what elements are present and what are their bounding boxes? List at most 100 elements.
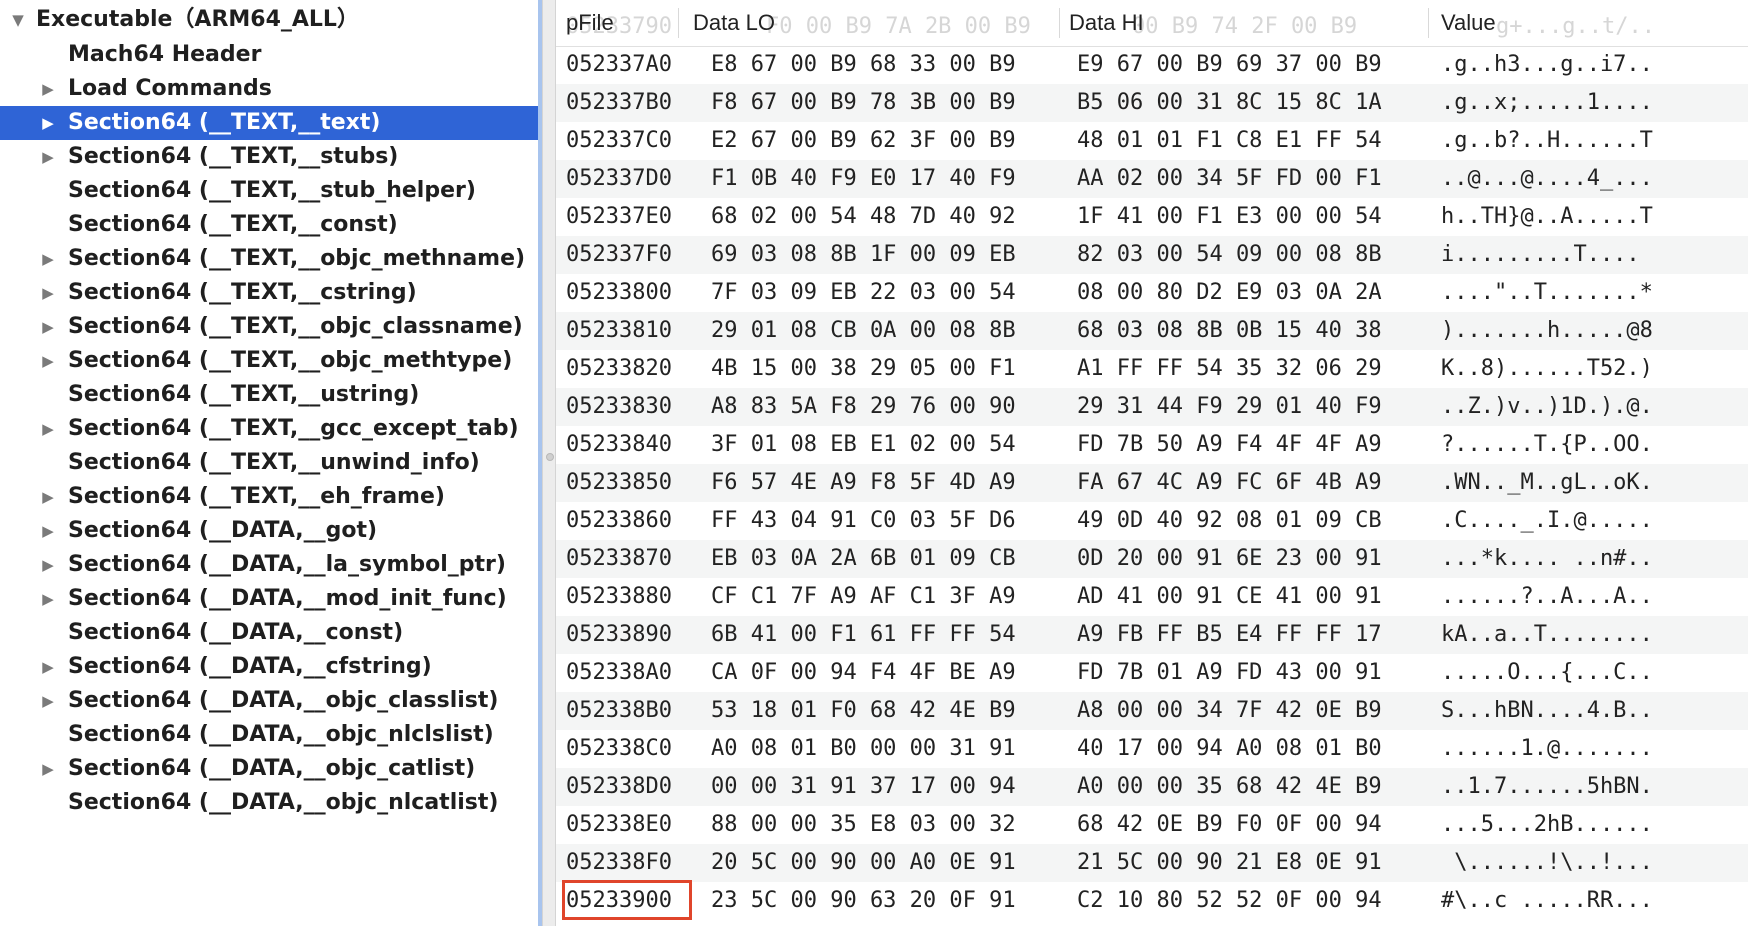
column-header-data-lo[interactable]: Data LO xyxy=(693,0,775,46)
cell-data-lo: A8 83 5A F8 29 76 00 90 xyxy=(711,394,1016,419)
table-row[interactable]: 05233830 A8 83 5A F8 29 76 00 90 29 31 44 … xyxy=(556,388,1748,426)
cell-value: ...."..T.......* xyxy=(1441,280,1653,305)
cell-offset: 05233880 xyxy=(566,584,672,609)
tree-item[interactable]: ▶ Section64 (__DATA,__objc_classlist) xyxy=(0,684,538,718)
tree-item[interactable]: Section64 (__DATA,__const) xyxy=(0,616,538,650)
table-row[interactable]: 052337E0 68 02 00 54 48 7D 40 92 1F 41 00 … xyxy=(556,198,1748,236)
tree-item[interactable]: ▶ Section64 (__TEXT,__cstring) xyxy=(0,276,538,310)
cell-data-lo: F8 67 00 B9 78 3B 00 B9 xyxy=(711,90,1016,115)
table-row[interactable]: 052337D0 F1 0B 40 F9 E0 17 40 F9 AA 02 00 … xyxy=(556,160,1748,198)
tree-item[interactable]: ▶ Section64 (__DATA,__objc_catlist) xyxy=(0,752,538,786)
table-header: pFile Data LO Data HI Value xyxy=(556,0,1748,47)
splitter-grip-icon[interactable] xyxy=(546,453,554,461)
disclosure-collapsed-icon[interactable]: ▶ xyxy=(38,582,58,616)
column-header-data-hi[interactable]: Data HI xyxy=(1069,0,1144,46)
table-row[interactable]: 052338E0 88 00 00 35 E8 03 00 32 68 42 0E … xyxy=(556,806,1748,844)
tree-item-label: Section64 (__TEXT,__stubs) xyxy=(68,144,399,169)
table-row[interactable]: 052338A0 CA 0F 00 94 F4 4F BE A9 FD 7B 01 … xyxy=(556,654,1748,692)
disclosure-collapsed-icon[interactable]: ▶ xyxy=(38,72,58,106)
tree-item[interactable]: Section64 (__TEXT,__const) xyxy=(0,208,538,242)
table-row[interactable]: 052337C0 E2 67 00 B9 62 3F 00 B9 48 01 01 … xyxy=(556,122,1748,160)
pane-splitter[interactable] xyxy=(542,0,556,926)
table-row[interactable]: 05233880 CF C1 7F A9 AF C1 3F A9 AD 41 00 … xyxy=(556,578,1748,616)
table-row[interactable]: 05233870 EB 03 0A 2A 6B 01 09 CB 0D 20 00 … xyxy=(556,540,1748,578)
cell-offset: 05233840 xyxy=(566,432,672,457)
disclosure-collapsed-icon[interactable]: ▶ xyxy=(38,344,58,378)
disclosure-collapsed-icon[interactable]: ▶ xyxy=(38,684,58,718)
table-row[interactable]: 052337F0 69 03 08 8B 1F 00 09 EB 82 03 00 … xyxy=(556,236,1748,274)
table-row[interactable]: 05233810 29 01 08 CB 0A 00 08 8B 68 03 08 … xyxy=(556,312,1748,350)
cell-data-hi: B5 06 00 31 8C 15 8C 1A xyxy=(1077,90,1382,115)
tree-item[interactable]: Mach64 Header xyxy=(0,38,538,72)
tree-item[interactable]: Section64 (__DATA,__objc_nlclslist) xyxy=(0,718,538,752)
disclosure-collapsed-icon[interactable]: ▶ xyxy=(38,548,58,582)
tree-item-label: Mach64 Header xyxy=(68,42,262,67)
tree-item[interactable]: Section64 (__TEXT,__stub_helper) xyxy=(0,174,538,208)
table-row[interactable]: 05233820 4B 15 00 38 29 05 00 F1 A1 FF FF … xyxy=(556,350,1748,388)
table-row[interactable]: 05233890 6B 41 00 F1 61 FF FF 54 A9 FB FF … xyxy=(556,616,1748,654)
table-row[interactable]: 05233900 23 5C 00 90 63 20 0F 91 C2 10 80 … xyxy=(556,880,1748,920)
disclosure-collapsed-icon[interactable]: ▶ xyxy=(38,412,58,446)
tree-item-label: Section64 (__TEXT,__unwind_info) xyxy=(68,450,480,475)
tree-item[interactable]: ▶ Section64 (__TEXT,__stubs) xyxy=(0,140,538,174)
table-row[interactable]: 05233800 7F 03 09 EB 22 03 00 54 08 00 80 … xyxy=(556,274,1748,312)
tree-item[interactable]: Section64 (__DATA,__objc_nlcatlist) xyxy=(0,786,538,820)
table-row[interactable]: 05233860 FF 43 04 91 C0 03 5F D6 49 0D 40 … xyxy=(556,502,1748,540)
tree-root-row[interactable]: ▼ Executable（ARM64_ALL） xyxy=(0,2,538,38)
tree-item[interactable]: Section64 (__TEXT,__ustring) xyxy=(0,378,538,412)
tree-item-label: Section64 (__TEXT,__stub_helper) xyxy=(68,178,476,203)
disclosure-collapsed-icon[interactable]: ▶ xyxy=(38,650,58,684)
disclosure-collapsed-icon[interactable]: ▶ xyxy=(38,106,58,140)
tree-item[interactable]: ▶ Section64 (__DATA,__got) xyxy=(0,514,538,548)
disclosure-collapsed-icon[interactable]: ▶ xyxy=(38,310,58,344)
section-outline: ▼ Executable（ARM64_ALL） Mach64 Header ▶ Lo… xyxy=(0,0,538,926)
cell-data-lo: E2 67 00 B9 62 3F 00 B9 xyxy=(711,128,1016,153)
cell-data-lo: 7F 03 09 EB 22 03 00 54 xyxy=(711,280,1016,305)
tree-item[interactable]: ▶ Section64 (__DATA,__la_symbol_ptr) xyxy=(0,548,538,582)
column-divider[interactable] xyxy=(1428,8,1429,38)
table-row[interactable]: 052338C0 A0 08 01 B0 00 00 31 91 40 17 00 … xyxy=(556,730,1748,768)
cell-value: ......?..A...A.. xyxy=(1441,584,1653,609)
cell-data-lo: F6 57 4E A9 F8 5F 4D A9 xyxy=(711,470,1016,495)
column-divider[interactable] xyxy=(678,8,679,38)
tree-item[interactable]: ▶ Section64 (__DATA,__mod_init_func) xyxy=(0,582,538,616)
disclosure-collapsed-icon[interactable]: ▶ xyxy=(38,242,58,276)
cell-value: .....O...{...C.. xyxy=(1441,660,1653,685)
column-header-pfile[interactable]: pFile xyxy=(566,0,614,46)
disclosure-collapsed-icon[interactable]: ▶ xyxy=(38,276,58,310)
tree-item[interactable]: ▶ Section64 (__TEXT,__objc_classname) xyxy=(0,310,538,344)
table-row[interactable]: 052338B0 53 18 01 F0 68 42 4E B9 A8 00 00 … xyxy=(556,692,1748,730)
cell-data-lo: 68 02 00 54 48 7D 40 92 xyxy=(711,204,1016,229)
disclosure-collapsed-icon[interactable]: ▶ xyxy=(38,514,58,548)
cell-data-lo: 69 03 08 8B 1F 00 09 EB xyxy=(711,242,1016,267)
table-row[interactable]: 05233850 F6 57 4E A9 F8 5F 4D A9 FA 67 4C … xyxy=(556,464,1748,502)
cell-value: ..Z.)v..)1D.).@. xyxy=(1441,394,1653,419)
cell-value: h..TH}@..A.....T xyxy=(1441,204,1653,229)
tree-item-label: Section64 (__DATA,__objc_catlist) xyxy=(68,756,476,781)
cell-value: \......!\..!... xyxy=(1441,850,1653,875)
cell-data-lo: 20 5C 00 90 00 A0 0E 91 xyxy=(711,850,1016,875)
column-header-value[interactable]: Value xyxy=(1441,0,1496,46)
tree-item[interactable]: ▶ Section64 (__TEXT,__text) xyxy=(0,106,538,140)
column-divider[interactable] xyxy=(1059,8,1060,38)
tree-item[interactable]: Section64 (__TEXT,__unwind_info) xyxy=(0,446,538,480)
highlighted-offset-text: 05233900 xyxy=(566,888,672,913)
tree-item[interactable]: ▶ Section64 (__TEXT,__gcc_except_tab) xyxy=(0,412,538,446)
tree-item[interactable]: ▶ Section64 (__TEXT,__eh_frame) xyxy=(0,480,538,514)
table-row[interactable]: 052338D0 00 00 31 91 37 17 00 94 A0 00 00 … xyxy=(556,768,1748,806)
cell-data-hi: C2 10 80 52 52 0F 00 94 xyxy=(1077,888,1382,913)
table-row[interactable]: 052337A0 E8 67 00 B9 68 33 00 B9 E9 67 00 … xyxy=(556,46,1748,84)
tree-item[interactable]: ▶ Load Commands xyxy=(0,72,538,106)
table-row[interactable]: 052338F0 20 5C 00 90 00 A0 0E 91 21 5C 00 … xyxy=(556,844,1748,882)
tree-item[interactable]: ▶ Section64 (__TEXT,__objc_methname) xyxy=(0,242,538,276)
tree-item[interactable]: ▶ Section64 (__DATA,__cfstring) xyxy=(0,650,538,684)
disclosure-collapsed-icon[interactable]: ▶ xyxy=(38,752,58,786)
cell-data-hi: A1 FF FF 54 35 32 06 29 xyxy=(1077,356,1382,381)
disclosure-collapsed-icon[interactable]: ▶ xyxy=(38,480,58,514)
tree-item[interactable]: ▶ Section64 (__TEXT,__objc_methtype) xyxy=(0,344,538,378)
hex-table: 05233790 F0 00 B9 7A 2B 00 B9 00 B9 74 2… xyxy=(556,0,1748,926)
disclosure-expanded-icon[interactable]: ▼ xyxy=(8,2,28,38)
disclosure-collapsed-icon[interactable]: ▶ xyxy=(38,140,58,174)
table-row[interactable]: 05233840 3F 01 08 EB E1 02 00 54 FD 7B 50 … xyxy=(556,426,1748,464)
table-row[interactable]: 052337B0 F8 67 00 B9 78 3B 00 B9 B5 06 00 … xyxy=(556,84,1748,122)
